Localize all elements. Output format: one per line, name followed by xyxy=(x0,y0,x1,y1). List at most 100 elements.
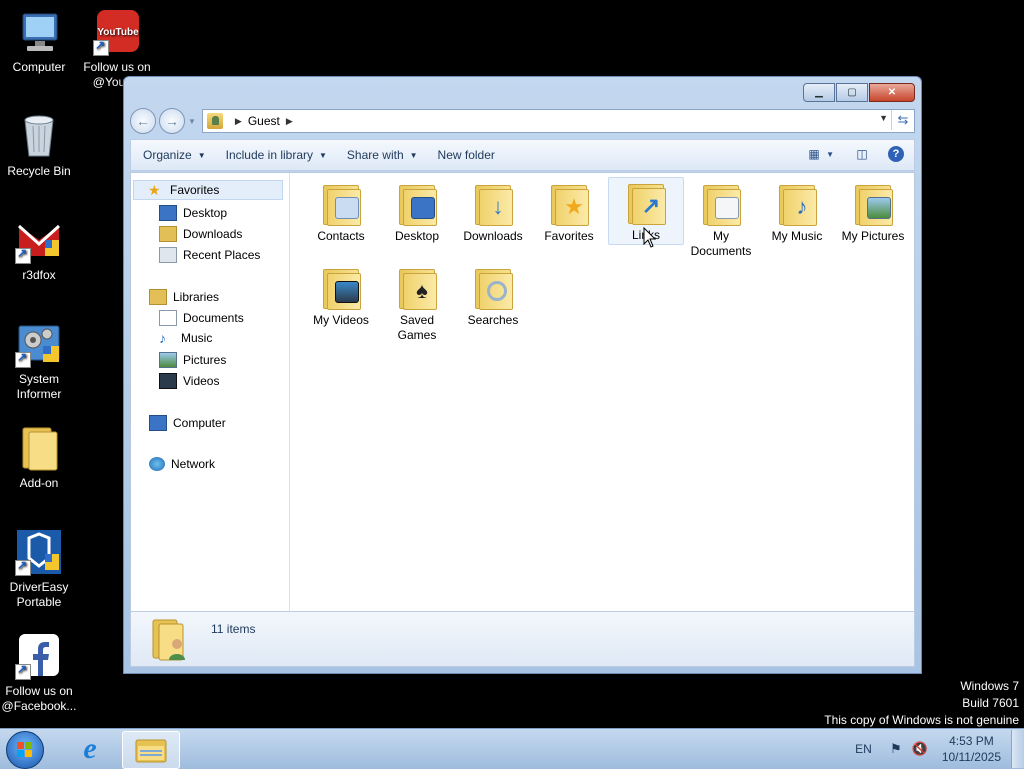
nav-libraries[interactable]: Libraries xyxy=(149,289,219,305)
youtube-icon: YouTube xyxy=(93,8,141,56)
watermark-line-1: Windows 7 xyxy=(960,679,1019,693)
refresh-button[interactable]: ⇆ xyxy=(891,110,914,130)
downloads-icon xyxy=(159,226,177,242)
include-in-library-button[interactable]: Include in library ▼ xyxy=(226,148,327,162)
desktop-icon-label: Follow us on @Facebook... xyxy=(1,684,77,713)
shortcut-arrow-icon xyxy=(15,662,31,680)
folder-item[interactable]: My Videos xyxy=(304,263,378,328)
mouse-cursor-icon xyxy=(643,227,657,248)
nav-documents[interactable]: Documents xyxy=(159,310,244,326)
start-button[interactable] xyxy=(6,731,44,769)
new-folder-button[interactable]: New folder xyxy=(438,148,495,162)
folder-item[interactable]: ♪ My Music xyxy=(760,179,834,244)
windows-explorer-icon xyxy=(135,739,167,763)
close-icon: ✕ xyxy=(887,87,897,98)
pictures-folder-icon xyxy=(853,183,893,226)
desktop-icon-drivereasy[interactable]: DriverEasy Portable xyxy=(0,528,78,610)
shortcut-arrow-icon xyxy=(15,558,31,576)
taskbar-windows-explorer[interactable] xyxy=(122,731,180,769)
desktop-icon-label: r3dfox xyxy=(22,268,56,282)
documents-icon xyxy=(159,310,177,326)
nav-downloads[interactable]: Downloads xyxy=(159,226,242,242)
nav-music[interactable]: ♪ Music xyxy=(159,331,212,345)
share-with-button[interactable]: Share with ▼ xyxy=(347,148,418,162)
clock[interactable]: 4:53 PM 10/11/2025 xyxy=(942,733,1001,765)
nav-computer[interactable]: Computer xyxy=(149,415,226,431)
folder-label: My Pictures xyxy=(841,229,905,243)
forward-button[interactable]: → xyxy=(159,108,185,134)
back-button[interactable]: ← xyxy=(130,108,156,134)
folder-item[interactable]: ★ Favorites xyxy=(532,179,606,244)
taskbar-internet-explorer[interactable]: e xyxy=(62,731,118,767)
recent-places-icon xyxy=(159,247,177,263)
nav-network[interactable]: Network xyxy=(149,457,215,471)
folder-item[interactable]: Desktop xyxy=(380,179,454,244)
desktop-icon-computer[interactable]: Computer xyxy=(0,8,78,75)
breadcrumb-chevron-icon[interactable]: ▶ xyxy=(235,116,242,127)
folder-item[interactable]: Contacts xyxy=(304,179,378,244)
folder-item[interactable]: Searches xyxy=(456,263,530,328)
view-dropdown-icon[interactable]: ▼ xyxy=(826,150,834,159)
nav-label: Network xyxy=(171,457,216,471)
nav-label: Recent Places xyxy=(183,248,261,262)
desktop-icon-recycle-bin[interactable]: Recycle Bin xyxy=(0,112,78,179)
minimize-icon: ▁ xyxy=(815,87,823,98)
change-view-button[interactable]: ▦ xyxy=(804,144,824,164)
computer-icon xyxy=(15,8,63,56)
organize-label: Organize xyxy=(143,148,192,162)
r3dfox-icon xyxy=(15,216,63,264)
forward-arrow-icon: → xyxy=(165,113,179,129)
desktop-icon-facebook[interactable]: Follow us on @Facebook... xyxy=(0,632,78,714)
breadcrumb-guest[interactable]: Guest xyxy=(248,114,280,128)
nav-label: Desktop xyxy=(183,206,228,220)
clock-time: 4:53 PM xyxy=(949,734,994,748)
address-dropdown-icon[interactable]: ▼ xyxy=(879,113,888,123)
chevron-down-icon: ▼ xyxy=(319,150,327,160)
folder-label: Desktop xyxy=(394,229,440,243)
show-desktop-button[interactable] xyxy=(1011,730,1024,768)
window-controls: ▁ ▢ ✕ xyxy=(802,83,915,102)
folder-item[interactable]: My Documents xyxy=(684,179,758,259)
desktop-icon-r3dfox[interactable]: r3dfox xyxy=(0,216,78,283)
folder-item[interactable]: My Pictures xyxy=(836,179,910,244)
new-folder-label: New folder xyxy=(437,148,495,162)
maximize-button[interactable]: ▢ xyxy=(836,83,868,102)
nav-pictures[interactable]: Pictures xyxy=(159,352,226,368)
address-bar[interactable]: ▶ Guest ▶ ▼ ⇆ xyxy=(201,109,915,133)
nav-desktop[interactable]: Desktop xyxy=(159,205,227,221)
action-center-flag-icon[interactable]: ⚑ xyxy=(888,741,904,757)
nav-videos[interactable]: Videos xyxy=(159,373,219,389)
nav-label: Favorites xyxy=(170,183,220,197)
facebook-icon xyxy=(15,632,63,680)
breadcrumb-chevron-icon[interactable]: ▶ xyxy=(286,116,293,127)
language-indicator[interactable]: EN xyxy=(855,742,872,756)
maximize-icon: ▢ xyxy=(847,87,857,98)
links-folder-icon: ↗ xyxy=(626,182,666,225)
close-button[interactable]: ✕ xyxy=(869,83,915,102)
nav-label: Pictures xyxy=(183,353,227,367)
folder-label: Searches xyxy=(467,313,519,327)
explorer-window: ▁ ▢ ✕ ← → ▼ ▶ Guest ▶ ▼ ⇆ Organize ▼ Incl… xyxy=(123,76,922,674)
volume-muted-icon[interactable]: 🔇 xyxy=(912,741,928,757)
details-pane: 11 items xyxy=(130,611,915,667)
libraries-icon xyxy=(149,289,167,305)
folder-item[interactable]: ↓ Downloads xyxy=(456,179,530,244)
nav-recent-places[interactable]: Recent Places xyxy=(159,247,260,263)
item-count: 11 items xyxy=(211,622,256,636)
desktop-folder-icon xyxy=(397,183,437,226)
desktop-icon-system-informer[interactable]: System Informer xyxy=(0,320,78,402)
nav-favorites[interactable]: ★ Favorites xyxy=(133,180,283,200)
help-button[interactable]: ? xyxy=(886,144,906,164)
minimize-button[interactable]: ▁ xyxy=(803,83,835,102)
nav-label: Documents xyxy=(183,311,244,325)
recent-pages-dropdown[interactable]: ▼ xyxy=(188,117,196,126)
view-grid-icon: ▦ xyxy=(808,147,820,161)
organize-button[interactable]: Organize ▼ xyxy=(143,148,206,162)
folder-item[interactable]: ♠ Saved Games xyxy=(380,263,454,343)
contacts-folder-icon xyxy=(321,183,361,226)
include-label: Include in library xyxy=(225,148,313,162)
folder-label: My Videos xyxy=(313,313,369,327)
desktop-icon-add-on[interactable]: Add-on xyxy=(0,424,78,491)
recycle-bin-icon xyxy=(15,112,63,160)
preview-pane-button[interactable]: ◫ xyxy=(852,144,872,164)
